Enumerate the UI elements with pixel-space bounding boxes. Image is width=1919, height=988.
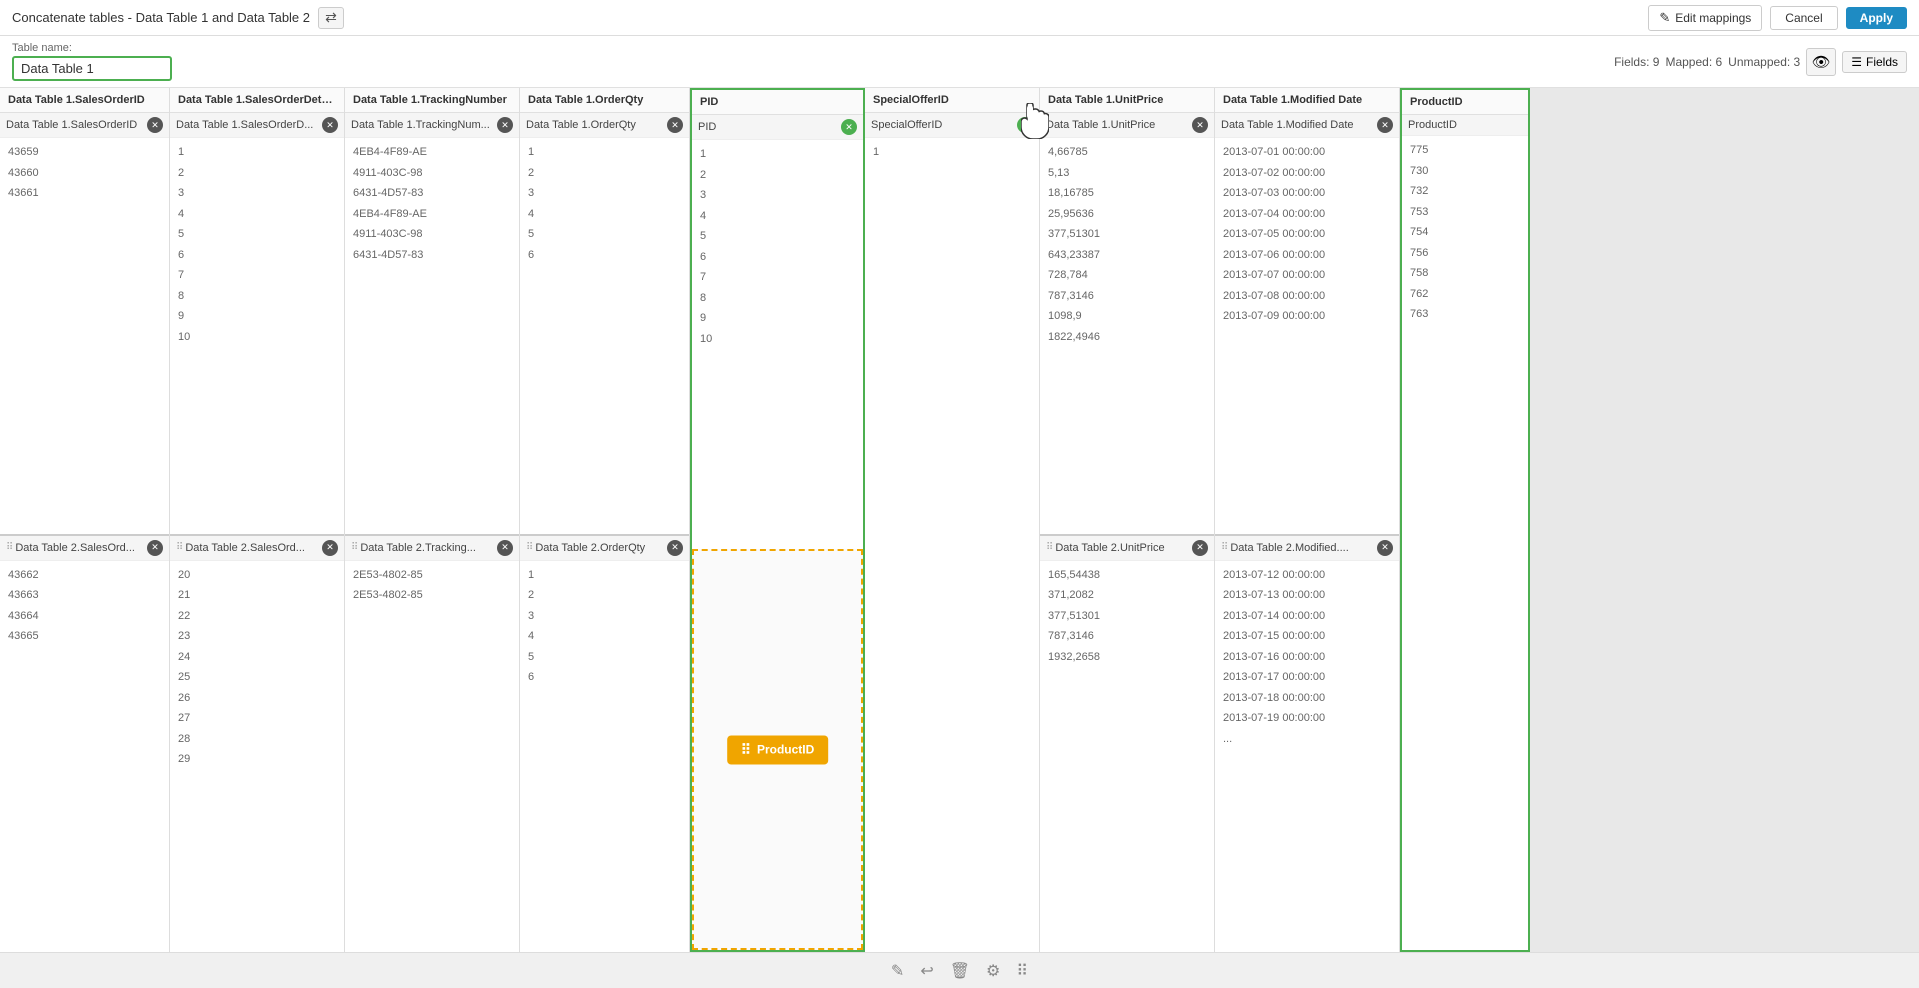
orderqty-close[interactable]: ✕ <box>667 117 683 133</box>
tablename-group: Table name: <box>12 42 172 81</box>
specialofferid-data1: 1 <box>865 138 1039 952</box>
drag-dots-icon: ⠿ <box>741 741 751 758</box>
specialofferid-subheader: SpecialOfferID ✕ <box>865 113 1039 138</box>
pid-close[interactable]: ✕ <box>841 119 857 135</box>
tablename-label: Table name: <box>12 42 172 54</box>
orderqty-subheader: Data Table 1.OrderQty ✕ <box>520 113 689 138</box>
pencil-icon: ✎ <box>1659 10 1670 26</box>
productid-subheader: ProductID <box>1402 115 1528 136</box>
trackingnumber-header: Data Table 1.TrackingNumber <box>345 88 519 113</box>
orderqty-column: Data Table 1.OrderQty Data Table 1.Order… <box>520 88 690 952</box>
modifieddate-subheader2: ⠿ Data Table 2.Modified.... ✕ <box>1215 534 1399 561</box>
swap-button[interactable]: ⇄ <box>318 7 344 29</box>
salesorderdetail-data1: 1 2 3 4 5 6 7 8 9 10 <box>170 138 344 530</box>
orderqty-data1: 1 2 3 4 5 6 <box>520 138 689 530</box>
trackingnumber2-close[interactable]: ✕ <box>497 540 513 556</box>
salesorderdetail-subheader2: ⠿ Data Table 2.SalesOrd... ✕ <box>170 534 344 561</box>
tablename-input[interactable] <box>12 56 172 81</box>
topbar-right: ✎ Edit mappings Cancel Apply <box>1648 5 1907 31</box>
tablename-area: Table name: Fields: 9 Mapped: 6 Unmapped… <box>0 36 1919 88</box>
unmapped-count: Unmapped: 3 <box>1728 55 1800 69</box>
salesorderdetail-column: Data Table 1.SalesOrderDeta... Data Tabl… <box>170 88 345 952</box>
drop-zone[interactable]: ⠿ ProductID <box>692 549 863 950</box>
unitprice-data2: 165,54438 371,2082 377,51301 787,3146 19… <box>1040 561 1214 953</box>
eye-button[interactable]: 👁 <box>1806 48 1836 76</box>
topbar-left: Concatenate tables - Data Table 1 and Da… <box>12 7 344 29</box>
productid-column: ProductID ProductID 775 730 732 753 754 … <box>1400 88 1530 952</box>
trackingnumber-data2: 2E53-4802-85 2E53-4802-85 <box>345 561 519 953</box>
drag-icon3: ⠿ <box>351 542 358 553</box>
orderqty-subheader2: ⠿ Data Table 2.OrderQty ✕ <box>520 534 689 561</box>
unitprice-subheader2: ⠿ Data Table 2.UnitPrice ✕ <box>1040 534 1214 561</box>
orderqty-header: Data Table 1.OrderQty <box>520 88 689 113</box>
pid-subheader: PID ✕ <box>692 115 863 140</box>
orderqty2-close[interactable]: ✕ <box>667 540 683 556</box>
unitprice-subheader: Data Table 1.UnitPrice ✕ <box>1040 113 1214 138</box>
specialofferid-header: SpecialOfferID <box>865 88 1039 113</box>
modifieddate2-close[interactable]: ✕ <box>1377 540 1393 556</box>
modifieddate-close[interactable]: ✕ <box>1377 117 1393 133</box>
salesorderid-close[interactable]: ✕ <box>147 117 163 133</box>
apply-button[interactable]: Apply <box>1846 7 1907 29</box>
pid-column: PID PID ✕ 1 2 3 4 5 6 7 8 9 10 ⠿ Product… <box>690 88 865 952</box>
modifieddate-data1: 2013-07-01 00:00:00 2013-07-02 00:00:00 … <box>1215 138 1399 530</box>
fields-count: Fields: 9 <box>1614 55 1659 69</box>
edit-mappings-button[interactable]: ✎ Edit mappings <box>1648 5 1762 31</box>
salesorderid2-close[interactable]: ✕ <box>147 540 163 556</box>
topbar-title: Concatenate tables - Data Table 1 and Da… <box>12 10 310 25</box>
mapped-count: Mapped: 6 <box>1665 55 1722 69</box>
unitprice-close[interactable]: ✕ <box>1192 117 1208 133</box>
salesorderdetail-subheader: Data Table 1.SalesOrderD... ✕ <box>170 113 344 138</box>
modifieddate-data2: 2013-07-12 00:00:00 2013-07-13 00:00:00 … <box>1215 561 1399 953</box>
specialofferid-column: SpecialOfferID SpecialOfferID ✕ 1 <box>865 88 1040 952</box>
salesorderid-header: Data Table 1.SalesOrderID <box>0 88 169 113</box>
unitprice-data1: 4,66785 5,13 18,16785 25,95636 377,51301… <box>1040 138 1214 530</box>
fields-info: Fields: 9 Mapped: 6 Unmapped: 3 👁 ☰ Fiel… <box>1614 48 1907 76</box>
salesorderdetail-close[interactable]: ✕ <box>322 117 338 133</box>
drag-icon2: ⠿ <box>176 542 183 553</box>
trackingnumber-subheader2: ⠿ Data Table 2.Tracking... ✕ <box>345 534 519 561</box>
pid-data1: 1 2 3 4 5 6 7 8 9 10 <box>692 140 863 545</box>
salesorderdetail-header: Data Table 1.SalesOrderDeta... <box>170 88 344 113</box>
salesorderid-data2: 43662 43663 43664 43665 <box>0 561 169 953</box>
salesorderid-column: Data Table 1.SalesOrderID Data Table 1.S… <box>0 88 170 952</box>
drag-icon6: ⠿ <box>1221 542 1228 553</box>
modifieddate-column: Data Table 1.Modified Date Data Table 1.… <box>1215 88 1400 952</box>
trackingnumber-close[interactable]: ✕ <box>497 117 513 133</box>
unitprice-header: Data Table 1.UnitPrice <box>1040 88 1214 113</box>
unitprice2-close[interactable]: ✕ <box>1192 540 1208 556</box>
salesorderdetail-data2: 20 21 22 23 24 25 26 27 28 29 <box>170 561 344 953</box>
drop-zone-label: ⠿ ProductID <box>727 735 829 764</box>
cancel-button[interactable]: Cancel <box>1770 6 1837 30</box>
trackingnumber-data1: 4EB4-4F89-AE 4911-403C-98 6431-4D57-83 4… <box>345 138 519 530</box>
salesorderid-subheader2: ⠿ Data Table 2.SalesOrd... ✕ <box>0 534 169 561</box>
trackingnumber-column: Data Table 1.TrackingNumber Data Table 1… <box>345 88 520 952</box>
trackingnumber-subheader: Data Table 1.TrackingNum... ✕ <box>345 113 519 138</box>
orderqty-data2: 1 2 3 4 5 6 <box>520 561 689 953</box>
unitprice-column: Data Table 1.UnitPrice Data Table 1.Unit… <box>1040 88 1215 952</box>
productid-header: ProductID <box>1402 90 1528 115</box>
productid-data2: 775 730 732 753 754 756 758 762 763 <box>1402 136 1528 950</box>
drag-icon4: ⠿ <box>526 542 533 553</box>
modifieddate-header: Data Table 1.Modified Date <box>1215 88 1399 113</box>
main-content: Data Table 1.SalesOrderID Data Table 1.S… <box>0 88 1919 952</box>
drag-icon: ⠿ <box>6 542 13 553</box>
salesorderid-subheader: Data Table 1.SalesOrderID ✕ <box>0 113 169 138</box>
modifieddate-subheader: Data Table 1.Modified Date ✕ <box>1215 113 1399 138</box>
fields-button[interactable]: ☰ Fields <box>1842 51 1907 73</box>
salesorderdetail2-close[interactable]: ✕ <box>322 540 338 556</box>
topbar: Concatenate tables - Data Table 1 and Da… <box>0 0 1919 36</box>
bottom-toolbar: ✎ ↩ 🗑 ⚙ ⠿ <box>0 952 1919 988</box>
salesorderid-data1: 43659 43660 43661 <box>0 138 169 530</box>
pid-header: PID <box>692 90 863 115</box>
fields-icon: ☰ <box>1851 55 1862 69</box>
drag-icon5: ⠿ <box>1046 542 1053 553</box>
hand-cursor-icon <box>1021 103 1049 139</box>
